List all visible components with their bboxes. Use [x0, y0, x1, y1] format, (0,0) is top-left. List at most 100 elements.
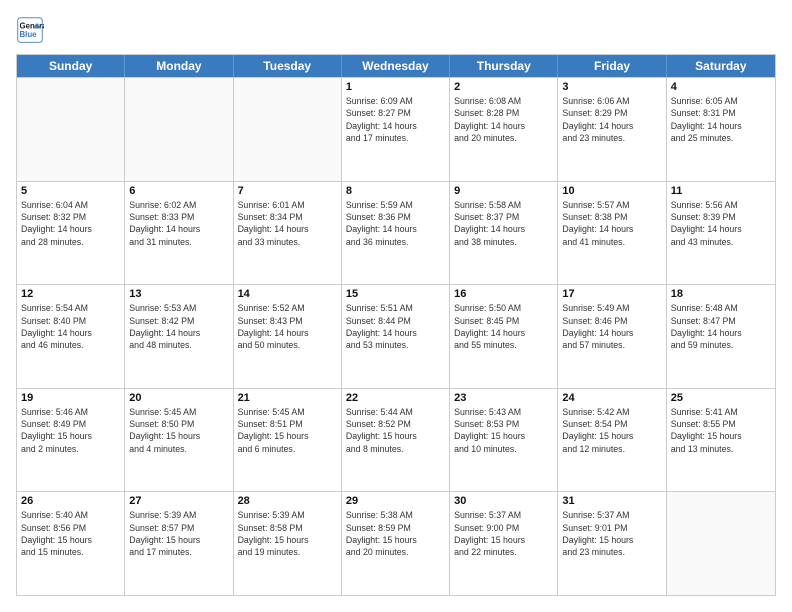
day-cell-27: 27 Sunrise: 5:39 AMSunset: 8:57 PMDayligh…	[125, 492, 233, 595]
day-number: 28	[238, 495, 337, 507]
day-number: 13	[129, 288, 228, 300]
day-number: 17	[562, 288, 661, 300]
day-number: 8	[346, 185, 445, 197]
day-cell-26: 26 Sunrise: 5:40 AMSunset: 8:56 PMDayligh…	[17, 492, 125, 595]
day-cell-28: 28 Sunrise: 5:39 AMSunset: 8:58 PMDayligh…	[234, 492, 342, 595]
day-info: Sunrise: 5:39 AMSunset: 8:57 PMDaylight:…	[129, 509, 228, 558]
day-info: Sunrise: 6:08 AMSunset: 8:28 PMDaylight:…	[454, 95, 553, 144]
day-cell-5: 5 Sunrise: 6:04 AMSunset: 8:32 PMDaylight…	[17, 182, 125, 285]
day-info: Sunrise: 5:58 AMSunset: 8:37 PMDaylight:…	[454, 199, 553, 248]
day-cell-9: 9 Sunrise: 5:58 AMSunset: 8:37 PMDaylight…	[450, 182, 558, 285]
day-info: Sunrise: 6:06 AMSunset: 8:29 PMDaylight:…	[562, 95, 661, 144]
day-number: 20	[129, 392, 228, 404]
day-info: Sunrise: 5:52 AMSunset: 8:43 PMDaylight:…	[238, 302, 337, 351]
day-info: Sunrise: 5:42 AMSunset: 8:54 PMDaylight:…	[562, 406, 661, 455]
day-cell-16: 16 Sunrise: 5:50 AMSunset: 8:45 PMDayligh…	[450, 285, 558, 388]
day-info: Sunrise: 5:50 AMSunset: 8:45 PMDaylight:…	[454, 302, 553, 351]
day-number: 29	[346, 495, 445, 507]
day-info: Sunrise: 5:46 AMSunset: 8:49 PMDaylight:…	[21, 406, 120, 455]
day-cell-17: 17 Sunrise: 5:49 AMSunset: 8:46 PMDayligh…	[558, 285, 666, 388]
header-day-thursday: Thursday	[450, 55, 558, 77]
day-info: Sunrise: 5:45 AMSunset: 8:51 PMDaylight:…	[238, 406, 337, 455]
day-number: 30	[454, 495, 553, 507]
day-info: Sunrise: 5:39 AMSunset: 8:58 PMDaylight:…	[238, 509, 337, 558]
day-number: 11	[671, 185, 771, 197]
day-cell-31: 31Sunrise: 5:37 AMSunset: 9:01 PMDayligh…	[558, 492, 666, 595]
day-cell-21: 21 Sunrise: 5:45 AMSunset: 8:51 PMDayligh…	[234, 389, 342, 492]
day-number: 22	[346, 392, 445, 404]
day-cell-25: 25 Sunrise: 5:41 AMSunset: 8:55 PMDayligh…	[667, 389, 775, 492]
day-cell-13: 13 Sunrise: 5:53 AMSunset: 8:42 PMDayligh…	[125, 285, 233, 388]
header-day-saturday: Saturday	[667, 55, 775, 77]
calendar-week-5: 26 Sunrise: 5:40 AMSunset: 8:56 PMDayligh…	[17, 491, 775, 595]
day-info: Sunrise: 5:38 AMSunset: 8:59 PMDaylight:…	[346, 509, 445, 558]
calendar-body: 1 Sunrise: 6:09 AMSunset: 8:27 PMDaylight…	[17, 77, 775, 595]
day-info: Sunrise: 5:54 AMSunset: 8:40 PMDaylight:…	[21, 302, 120, 351]
empty-cell	[667, 492, 775, 595]
page: General Blue SundayMondayTuesdayWednesda…	[0, 0, 792, 612]
day-number: 19	[21, 392, 120, 404]
logo: General Blue	[16, 16, 44, 44]
day-info: Sunrise: 6:01 AMSunset: 8:34 PMDaylight:…	[238, 199, 337, 248]
header-day-wednesday: Wednesday	[342, 55, 450, 77]
day-cell-18: 18 Sunrise: 5:48 AMSunset: 8:47 PMDayligh…	[667, 285, 775, 388]
day-cell-2: 2 Sunrise: 6:08 AMSunset: 8:28 PMDaylight…	[450, 78, 558, 181]
day-cell-20: 20 Sunrise: 5:45 AMSunset: 8:50 PMDayligh…	[125, 389, 233, 492]
day-cell-10: 10 Sunrise: 5:57 AMSunset: 8:38 PMDayligh…	[558, 182, 666, 285]
day-info: Sunrise: 5:59 AMSunset: 8:36 PMDaylight:…	[346, 199, 445, 248]
day-number: 12	[21, 288, 120, 300]
header-day-sunday: Sunday	[17, 55, 125, 77]
day-info: Sunrise: 5:49 AMSunset: 8:46 PMDaylight:…	[562, 302, 661, 351]
day-info: Sunrise: 6:09 AMSunset: 8:27 PMDaylight:…	[346, 95, 445, 144]
day-cell-3: 3 Sunrise: 6:06 AMSunset: 8:29 PMDaylight…	[558, 78, 666, 181]
day-number: 16	[454, 288, 553, 300]
day-info: Sunrise: 5:40 AMSunset: 8:56 PMDaylight:…	[21, 509, 120, 558]
day-number: 26	[21, 495, 120, 507]
logo-icon: General Blue	[16, 16, 44, 44]
day-number: 10	[562, 185, 661, 197]
day-number: 24	[562, 392, 661, 404]
day-cell-24: 24 Sunrise: 5:42 AMSunset: 8:54 PMDayligh…	[558, 389, 666, 492]
day-cell-14: 14 Sunrise: 5:52 AMSunset: 8:43 PMDayligh…	[234, 285, 342, 388]
empty-cell	[125, 78, 233, 181]
header-day-friday: Friday	[558, 55, 666, 77]
day-info: Sunrise: 5:45 AMSunset: 8:50 PMDaylight:…	[129, 406, 228, 455]
day-cell-19: 19 Sunrise: 5:46 AMSunset: 8:49 PMDayligh…	[17, 389, 125, 492]
header: General Blue	[16, 16, 776, 44]
day-number: 6	[129, 185, 228, 197]
svg-text:General: General	[20, 21, 45, 30]
day-info: Sunrise: 6:04 AMSunset: 8:32 PMDaylight:…	[21, 199, 120, 248]
day-number: 23	[454, 392, 553, 404]
day-cell-6: 6 Sunrise: 6:02 AMSunset: 8:33 PMDaylight…	[125, 182, 233, 285]
day-number: 21	[238, 392, 337, 404]
calendar-week-3: 12 Sunrise: 5:54 AMSunset: 8:40 PMDayligh…	[17, 284, 775, 388]
day-number: 27	[129, 495, 228, 507]
day-info: Sunrise: 5:57 AMSunset: 8:38 PMDaylight:…	[562, 199, 661, 248]
calendar-week-1: 1 Sunrise: 6:09 AMSunset: 8:27 PMDaylight…	[17, 77, 775, 181]
day-cell-8: 8 Sunrise: 5:59 AMSunset: 8:36 PMDaylight…	[342, 182, 450, 285]
day-number: 25	[671, 392, 771, 404]
day-info: Sunrise: 5:53 AMSunset: 8:42 PMDaylight:…	[129, 302, 228, 351]
day-number: 18	[671, 288, 771, 300]
day-cell-4: 4Sunrise: 6:05 AMSunset: 8:31 PMDaylight…	[667, 78, 775, 181]
day-info: Sunrise: 5:37 AMSunset: 9:00 PMDaylight:…	[454, 509, 553, 558]
day-cell-7: 7Sunrise: 6:01 AMSunset: 8:34 PMDaylight…	[234, 182, 342, 285]
day-number: 15	[346, 288, 445, 300]
day-cell-23: 23Sunrise: 5:43 AMSunset: 8:53 PMDayligh…	[450, 389, 558, 492]
day-number: 9	[454, 185, 553, 197]
day-number: 3	[562, 81, 661, 93]
day-number: 5	[21, 185, 120, 197]
day-number: 14	[238, 288, 337, 300]
day-cell-1: 1 Sunrise: 6:09 AMSunset: 8:27 PMDaylight…	[342, 78, 450, 181]
day-info: Sunrise: 5:44 AMSunset: 8:52 PMDaylight:…	[346, 406, 445, 455]
day-cell-29: 29 Sunrise: 5:38 AMSunset: 8:59 PMDayligh…	[342, 492, 450, 595]
day-info: Sunrise: 5:51 AMSunset: 8:44 PMDaylight:…	[346, 302, 445, 351]
calendar-week-4: 19 Sunrise: 5:46 AMSunset: 8:49 PMDayligh…	[17, 388, 775, 492]
day-info: Sunrise: 6:02 AMSunset: 8:33 PMDaylight:…	[129, 199, 228, 248]
day-info: Sunrise: 5:48 AMSunset: 8:47 PMDaylight:…	[671, 302, 771, 351]
calendar-header: SundayMondayTuesdayWednesdayThursdayFrid…	[17, 55, 775, 77]
day-info: Sunrise: 5:41 AMSunset: 8:55 PMDaylight:…	[671, 406, 771, 455]
day-number: 1	[346, 81, 445, 93]
day-number: 2	[454, 81, 553, 93]
svg-text:Blue: Blue	[20, 30, 38, 39]
